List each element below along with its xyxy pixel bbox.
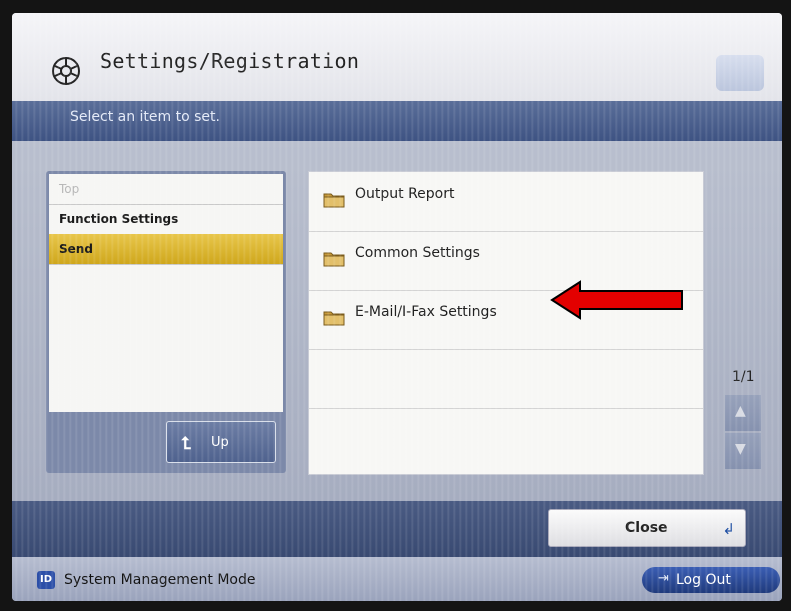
settings-list: Output Report Common Settings E-Mail/I-F… [308, 171, 704, 475]
list-item-output-report[interactable]: Output Report [309, 172, 703, 232]
breadcrumb: Top Function Settings Send [49, 174, 283, 412]
settings-gear-icon [52, 57, 80, 85]
logout-button[interactable]: ⇥ Log Out [642, 567, 780, 593]
list-item-label: Common Settings [355, 245, 480, 261]
breadcrumb-panel: Top Function Settings Send ⮤ Up [46, 171, 286, 473]
instruction-bar: Select an item to set. [12, 101, 782, 141]
id-badge: ID [37, 571, 55, 589]
status-bar: ID System Management Mode ⇥ Log Out [12, 557, 782, 601]
page-indicator: 1/1 [732, 369, 755, 385]
list-item-label: E-Mail/I-Fax Settings [355, 304, 497, 320]
logout-label: Log Out [676, 572, 731, 588]
main-content: Top Function Settings Send ⮤ Up Output R… [12, 141, 782, 501]
up-button[interactable]: ⮤ Up [166, 421, 276, 463]
breadcrumb-item-top[interactable]: Top [49, 174, 283, 205]
folder-icon [323, 193, 345, 208]
triangle-down-icon: ▼ [735, 441, 746, 457]
mode-text: System Management Mode [64, 572, 256, 588]
list-item-label: Output Report [355, 186, 455, 202]
footer-bar: Close ↲ [12, 501, 782, 557]
breadcrumb-item-send[interactable]: Send [49, 234, 283, 265]
logout-icon: ⇥ [658, 571, 669, 586]
title-bar: Settings/Registration [12, 13, 782, 101]
return-icon: ↲ [722, 520, 735, 538]
page-title: Settings/Registration [100, 49, 360, 73]
folder-icon [323, 252, 345, 267]
breadcrumb-item-function-settings[interactable]: Function Settings [49, 204, 283, 235]
triangle-up-icon: ▲ [735, 403, 746, 419]
red-arrow-icon [550, 280, 683, 320]
close-button-label: Close [625, 520, 668, 536]
up-button-label: Up [211, 435, 229, 450]
instruction-text: Select an item to set. [70, 109, 220, 125]
list-item-empty [309, 349, 703, 409]
page-down-button[interactable]: ▼ [725, 433, 761, 469]
folder-icon [323, 311, 345, 326]
close-button[interactable]: Close ↲ [548, 509, 746, 547]
page-up-button[interactable]: ▲ [725, 395, 761, 431]
counter-check-button[interactable] [716, 55, 764, 91]
up-arrow-icon: ⮤ [181, 434, 192, 454]
